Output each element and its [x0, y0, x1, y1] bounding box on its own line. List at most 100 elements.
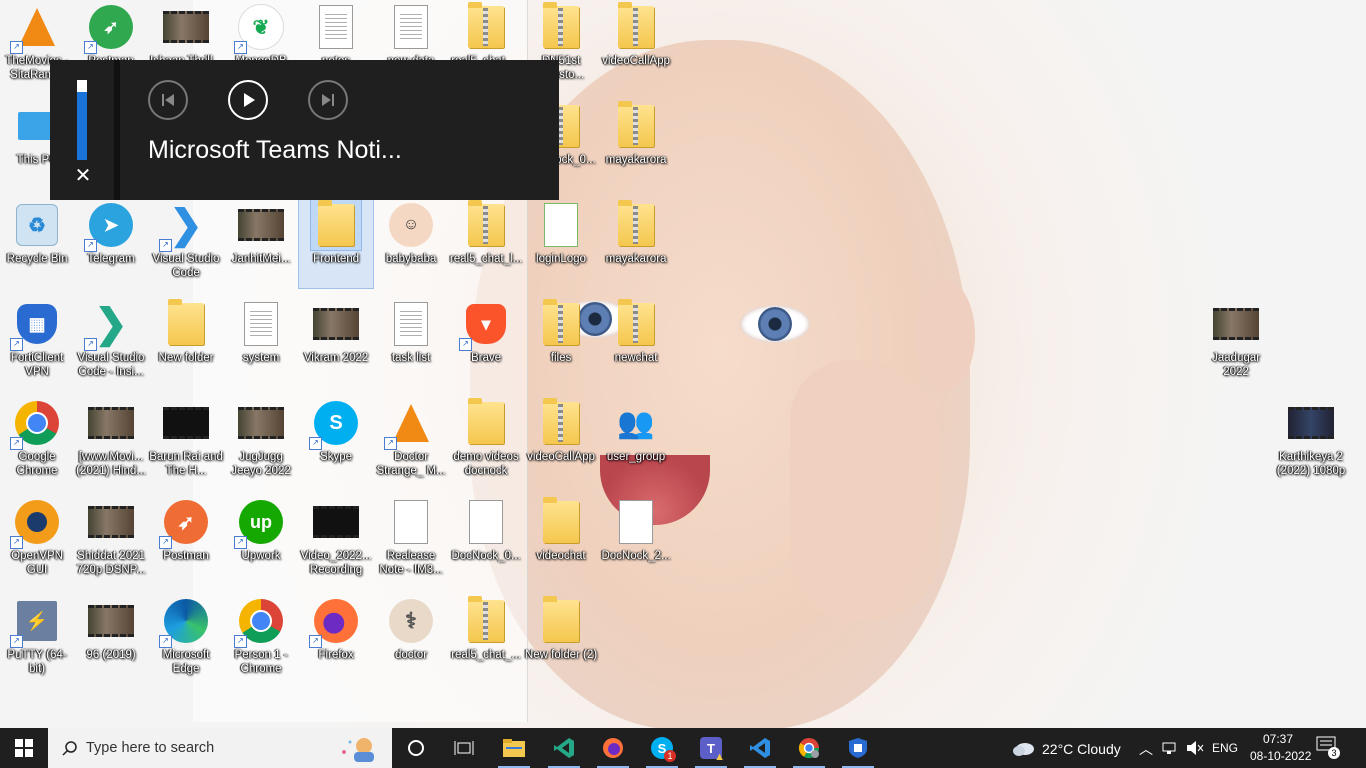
video-file-icon — [163, 407, 209, 439]
desktop-icon[interactable]: ↗ Google Chrome — [0, 396, 74, 486]
chevron-up-icon[interactable]: ︿ — [1139, 739, 1153, 759]
taskbar: Type here to search S 1 T ▲ 22°C Cloudy … — [0, 728, 1366, 768]
taskbar-firefox[interactable] — [589, 728, 637, 768]
desktop-icon-image — [161, 398, 211, 448]
desktop-icon[interactable]: Karthikeya 2 (2022) 1080p — [1274, 396, 1348, 486]
close-icon[interactable]: ✕ — [72, 164, 94, 188]
desktop-icon[interactable]: DocNock_0... — [449, 495, 523, 585]
taskbar-task-view[interactable] — [440, 728, 488, 768]
shortcut-arrow-icon: ↗ — [159, 635, 172, 648]
clock-time[interactable]: 07:37 — [1263, 732, 1293, 746]
previous-track-button[interactable] — [148, 80, 188, 120]
desktop-icon-label: Doctor Strange_ M... — [376, 451, 446, 477]
file-explorer-icon — [503, 739, 525, 757]
desktop-icon[interactable]: ➶ ↗ Postman — [149, 495, 223, 585]
taskbar-chrome[interactable] — [785, 728, 833, 768]
text-document-icon — [244, 302, 278, 346]
desktop-icon-label: Recycle Bin — [6, 253, 68, 265]
desktop-icon[interactable]: ▾ ↗ Brave — [449, 297, 523, 387]
desktop-icon[interactable]: ↗ Firefox — [299, 594, 373, 684]
desktop-icon[interactable]: system — [224, 297, 298, 387]
taskbar-skype[interactable]: S 1 — [638, 728, 686, 768]
desktop-icon[interactable]: ↗ Microsoft Edge — [149, 594, 223, 684]
desktop-icon[interactable]: newchat — [599, 297, 673, 387]
desktop-icon[interactable]: New folder (2) — [524, 594, 598, 684]
search-icon — [62, 741, 77, 756]
desktop-icon[interactable]: files — [524, 297, 598, 387]
desktop-icon[interactable]: 96 (2019) — [74, 594, 148, 684]
volume-slider-thumb[interactable] — [77, 80, 87, 92]
desktop-icon[interactable]: real5_chat_... — [449, 594, 523, 684]
desktop-icon[interactable]: Vikram 2022 — [299, 297, 373, 387]
desktop-icon[interactable]: 👥 user_group — [599, 396, 673, 486]
desktop-icon[interactable]: ➤ ↗ Telegram — [74, 198, 148, 288]
desktop-icon[interactable]: DocNock_2... — [599, 495, 673, 585]
zip-folder-icon — [543, 398, 579, 444]
folder-icon — [468, 398, 504, 444]
taskbar-vscode-insiders[interactable] — [540, 728, 588, 768]
text-document-icon — [394, 302, 428, 346]
clock-date[interactable]: 08-10-2022 — [1250, 749, 1311, 763]
desktop-icon[interactable]: ❯ ↗ Visual Studio Code - Insi... — [74, 297, 148, 387]
folder-icon — [168, 299, 204, 345]
desktop-icon[interactable]: JanhitMei... — [224, 198, 298, 288]
zip-folder-icon — [468, 596, 504, 642]
desktop-icon[interactable]: videoCallApp — [599, 0, 673, 90]
weather-text[interactable]: 22°C Cloudy — [1042, 741, 1121, 757]
desktop-icon[interactable]: Jaadugar 2022 — [1199, 297, 1273, 387]
taskbar-cortana[interactable] — [392, 728, 440, 768]
desktop-icon[interactable]: ↗ Doctor Strange_ M... — [374, 396, 448, 486]
network-icon — [1162, 742, 1176, 754]
taskbar-forticlient[interactable] — [834, 728, 882, 768]
taskbar-search-box[interactable]: Type here to search — [48, 728, 392, 768]
shortcut-arrow-icon: ↗ — [84, 239, 97, 252]
desktop-icon-image — [611, 2, 661, 52]
desktop-icon[interactable]: ☺ babybaba — [374, 198, 448, 288]
taskbar-teams[interactable]: T ▲ — [687, 728, 735, 768]
desktop-icon[interactable]: videochat — [524, 495, 598, 585]
desktop-icon[interactable]: ❯ ↗ Visual Studio Code — [149, 198, 223, 288]
desktop-icon-image — [461, 200, 511, 250]
desktop-icon-image — [86, 497, 136, 547]
desktop-icon-label: Jaadugar 2022 — [1212, 352, 1260, 378]
desktop-icon[interactable]: mayakarora — [599, 99, 673, 189]
taskbar-file-explorer[interactable] — [490, 728, 538, 768]
desktop-icon[interactable]: ⚡ ↗ PuTTY (64-bit) — [0, 594, 74, 684]
language-indicator[interactable]: ENG — [1212, 741, 1238, 755]
notification-center-button[interactable]: 3 — [1316, 736, 1356, 760]
desktop-icon-image — [311, 299, 361, 349]
desktop-icon-image: ↗ — [234, 596, 286, 648]
desktop-icon[interactable]: ⚕ doctor — [374, 594, 448, 684]
desktop-icon[interactable]: loginLogo — [524, 198, 598, 288]
desktop-icon[interactable]: JugJugg Jeeyo 2022 — [224, 396, 298, 486]
desktop-icon[interactable]: New folder — [149, 297, 223, 387]
shortcut-arrow-icon: ↗ — [10, 41, 23, 54]
desktop-icon[interactable]: demo videos docnock — [449, 396, 523, 486]
desktop-icon-image — [536, 596, 586, 646]
desktop-icon-label: babybaba — [385, 253, 437, 265]
desktop-icon[interactable]: ↗ OpenVPN GUI — [0, 495, 74, 585]
task-view-icon — [454, 741, 474, 755]
desktop-icon[interactable]: Video_2022... Recording — [299, 495, 373, 585]
start-button[interactable] — [0, 728, 48, 768]
desktop-icon[interactable]: ♻ Recycle Bin — [0, 198, 74, 288]
desktop-icon[interactable]: ↗ Person 1 - Chrome — [224, 594, 298, 684]
desktop-icon-image — [236, 398, 286, 448]
desktop-icon[interactable]: real5_chat_l... — [449, 198, 523, 288]
desktop-icon-label: videoCallApp — [527, 451, 595, 463]
desktop-icon[interactable]: Frontend — [298, 197, 374, 289]
desktop-icon[interactable]: Shiddat 2021 720p DSNP... — [74, 495, 148, 585]
desktop-icon[interactable]: videoCallApp — [524, 396, 598, 486]
desktop-icon[interactable]: ▦ ↗ FortiClient VPN — [0, 297, 74, 387]
desktop-icon[interactable]: mayakarora — [599, 198, 673, 288]
desktop-icon[interactable]: Realease Note - IM3... — [374, 495, 448, 585]
desktop-icon[interactable]: Barun Rai and The H... — [149, 396, 223, 486]
desktop-icon[interactable]: up ↗ Upwork — [224, 495, 298, 585]
taskbar-vscode[interactable] — [736, 728, 784, 768]
play-button[interactable] — [228, 80, 268, 120]
desktop-icon[interactable]: S ↗ Skype — [299, 396, 373, 486]
desktop-icon[interactable]: [www.Movi... (2021) Hind... — [74, 396, 148, 486]
desktop-icon[interactable]: task list — [374, 297, 448, 387]
next-track-button[interactable] — [308, 80, 348, 120]
shortcut-arrow-icon: ↗ — [159, 536, 172, 549]
